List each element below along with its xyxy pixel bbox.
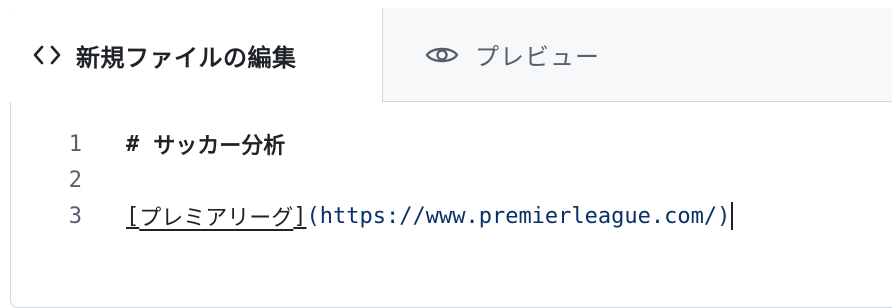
editor-tabbar: 新規ファイルの編集 プレビュー [10, 8, 892, 102]
line-content: [ プレミアリーグ ] (https://www.premierleague.c… [126, 200, 734, 232]
code-line-1: 1 # サッカー分析 [10, 126, 286, 162]
line-number: 1 [68, 131, 82, 157]
line-number: 3 [68, 203, 82, 229]
heading-marker: # [126, 131, 140, 157]
line-content: # サッカー分析 [126, 128, 285, 160]
link-close-bracket: ] [293, 203, 307, 229]
link-open-bracket: [ [126, 203, 140, 229]
tab-edit-label: 新規ファイルの編集 [76, 43, 297, 72]
text-cursor [731, 202, 734, 230]
tab-edit-file[interactable]: 新規ファイルの編集 [10, 8, 382, 102]
line-number: 2 [68, 167, 82, 193]
tab-preview-label: プレビュー [475, 43, 600, 71]
link-text: プレミアリーグ [139, 206, 294, 231]
code-line-3: 3 [ プレミアリーグ ] (https://www.premierleague… [10, 198, 734, 234]
tab-preview[interactable]: プレビュー [382, 8, 892, 102]
markdown-editor: 新規ファイルの編集 プレビュー 1 # サッカー分析 2 3 [プレミアリーグ… [0, 0, 892, 308]
code-editor-area[interactable]: 1 # サッカー分析 2 3 [ プレミアリーグ ] (https://www.… [10, 102, 892, 276]
code-icon [32, 44, 62, 66]
link-url: (https://www.premierleague.com/) [306, 203, 731, 229]
heading-text: サッカー分析 [153, 134, 286, 159]
eye-icon [425, 43, 459, 67]
code-line-2: 2 [10, 162, 126, 198]
